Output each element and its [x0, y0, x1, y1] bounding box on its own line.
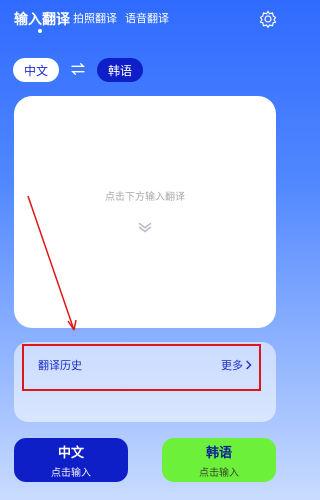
history-more-link[interactable]: 更多 — [221, 357, 243, 373]
header: 输入翻译 拍照翻译 语音翻译 — [0, 0, 289, 40]
gear-icon[interactable] — [259, 10, 277, 28]
source-language-label: 中文 — [23, 63, 48, 78]
double-chevron-down-icon — [138, 222, 152, 233]
tab-photo-translate[interactable]: 拍照翻译 — [73, 10, 117, 26]
target-language-pill[interactable]: 韩语 — [97, 58, 143, 82]
target-input-button[interactable]: 韩语 点击输入 — [162, 438, 276, 482]
active-tab-indicator — [38, 29, 42, 33]
source-language-pill[interactable]: 中文 — [13, 58, 59, 82]
input-placeholder: 点击下方输入翻译 — [105, 192, 185, 203]
source-button-subtitle: 点击输入 — [51, 467, 91, 479]
target-language-label: 韩语 — [107, 63, 132, 78]
source-input-button[interactable]: 中文 点击输入 — [14, 438, 128, 482]
target-button-subtitle: 点击输入 — [199, 467, 239, 479]
source-button-title: 中文 — [57, 445, 84, 461]
history-title: 翻译历史 — [38, 359, 82, 372]
swap-icon[interactable] — [70, 61, 86, 77]
chevron-right-icon[interactable] — [245, 360, 253, 370]
tab-voice-translate[interactable]: 语音翻译 — [125, 10, 169, 26]
target-button-title: 韩语 — [205, 445, 232, 461]
input-card[interactable]: 点击下方输入翻译 — [14, 96, 276, 328]
tab-input-translate[interactable]: 输入翻译 — [14, 9, 70, 29]
